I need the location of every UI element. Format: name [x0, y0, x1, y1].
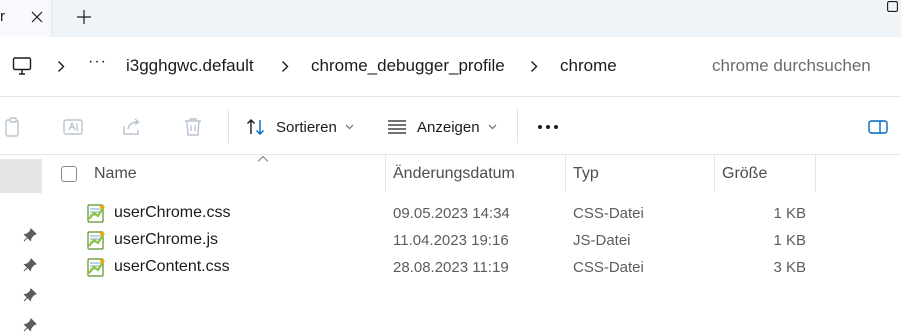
file-date: 11.04.2023 19:16: [393, 232, 509, 249]
maximize-button[interactable]: [884, 0, 901, 12]
breadcrumb-overflow[interactable]: ···: [88, 53, 107, 71]
chevron-right-icon[interactable]: [278, 55, 292, 77]
paste-icon: [5, 117, 19, 137]
column-size[interactable]: Größe: [722, 155, 812, 192]
file-row[interactable]: userChrome.js 11.04.2023 19:16 JS-Datei …: [42, 227, 901, 254]
notepadpp-file-icon: [87, 258, 105, 277]
tab-title: r: [0, 8, 5, 25]
column-divider[interactable]: [714, 155, 715, 192]
column-date[interactable]: Änderungsdatum: [393, 155, 563, 192]
file-date: 28.08.2023 11:19: [393, 259, 509, 276]
file-size: 1 KB: [773, 232, 806, 249]
sort-label: Sortieren: [276, 118, 337, 136]
breadcrumb-item[interactable]: i3gghgwc.default: [126, 56, 254, 76]
pin-icon: [22, 317, 38, 332]
file-type: CSS-Datei: [573, 205, 644, 222]
view-button[interactable]: Anzeigen: [387, 113, 497, 141]
file-size: 1 KB: [773, 205, 806, 222]
trash-icon: [185, 118, 201, 136]
file-name[interactable]: userContent.css: [114, 258, 230, 276]
view-icon: [388, 120, 406, 134]
pin-icon: [22, 227, 38, 243]
close-icon: [31, 11, 43, 23]
active-tab[interactable]: r: [0, 0, 52, 37]
maximize-icon: [887, 0, 898, 12]
view-label: Anzeigen: [417, 118, 480, 136]
breadcrumb-current[interactable]: chrome: [560, 56, 617, 76]
toolbar-divider: [228, 109, 229, 143]
navigation-pane: [0, 155, 42, 332]
rename-icon: [63, 119, 83, 135]
chevron-down-icon: [488, 124, 497, 130]
column-type[interactable]: Typ: [573, 155, 713, 192]
file-row[interactable]: userChrome.css 09.05.2023 14:34 CSS-Date…: [42, 200, 901, 227]
share-icon: [123, 118, 140, 135]
column-header: Name Änderungsdatum Typ Größe: [42, 155, 901, 192]
breadcrumb-item[interactable]: chrome_debugger_profile: [311, 56, 505, 76]
column-size-label: Größe: [722, 164, 768, 182]
column-name[interactable]: Name: [94, 155, 384, 192]
nav-item-selected[interactable]: [0, 159, 42, 193]
address-bar: ··· i3gghgwc.default chrome_debugger_pro…: [0, 37, 901, 97]
toolbar-divider: [517, 109, 518, 143]
details-pane-icon: [868, 120, 888, 134]
column-date-label: Änderungsdatum: [393, 164, 515, 182]
new-tab-button[interactable]: [72, 5, 96, 29]
more-options-button[interactable]: [537, 113, 559, 141]
column-divider[interactable]: [385, 155, 386, 192]
command-bar: Sortieren Anzeigen: [0, 98, 901, 155]
file-date: 09.05.2023 14:34: [393, 205, 510, 222]
tab-strip: r: [0, 0, 901, 37]
file-type: CSS-Datei: [573, 259, 644, 276]
search-box[interactable]: [698, 48, 901, 85]
column-divider[interactable]: [565, 155, 566, 192]
notepadpp-file-icon: [87, 231, 105, 250]
sort-button[interactable]: Sortieren: [246, 113, 354, 141]
chevron-right-icon[interactable]: [54, 55, 68, 77]
close-tab-button[interactable]: [26, 6, 48, 28]
monitor-icon: [12, 57, 32, 75]
select-all-checkbox[interactable]: [61, 166, 77, 182]
file-type: JS-Datei: [573, 232, 631, 249]
rename-button[interactable]: [60, 114, 86, 140]
share-button[interactable]: [119, 114, 145, 140]
details-pane-button[interactable]: [865, 114, 891, 140]
file-size: 3 KB: [773, 259, 806, 276]
this-pc-button[interactable]: [9, 53, 35, 79]
paste-button[interactable]: [0, 114, 26, 140]
file-name[interactable]: userChrome.js: [114, 231, 218, 249]
search-input[interactable]: [712, 56, 897, 76]
notepadpp-file-icon: [87, 204, 105, 223]
column-type-label: Typ: [573, 164, 599, 182]
column-divider[interactable]: [815, 155, 816, 192]
chevron-down-icon: [345, 124, 354, 130]
delete-button[interactable]: [180, 114, 206, 140]
file-row[interactable]: userContent.css 28.08.2023 11:19 CSS-Dat…: [42, 254, 901, 281]
more-icon: [538, 125, 558, 129]
file-name[interactable]: userChrome.css: [114, 204, 230, 222]
column-name-label: Name: [94, 164, 137, 182]
plus-icon: [77, 10, 91, 24]
chevron-right-icon[interactable]: [527, 55, 541, 77]
pin-icon: [22, 257, 38, 273]
pin-icon: [22, 287, 38, 303]
sort-icon: [247, 119, 264, 135]
